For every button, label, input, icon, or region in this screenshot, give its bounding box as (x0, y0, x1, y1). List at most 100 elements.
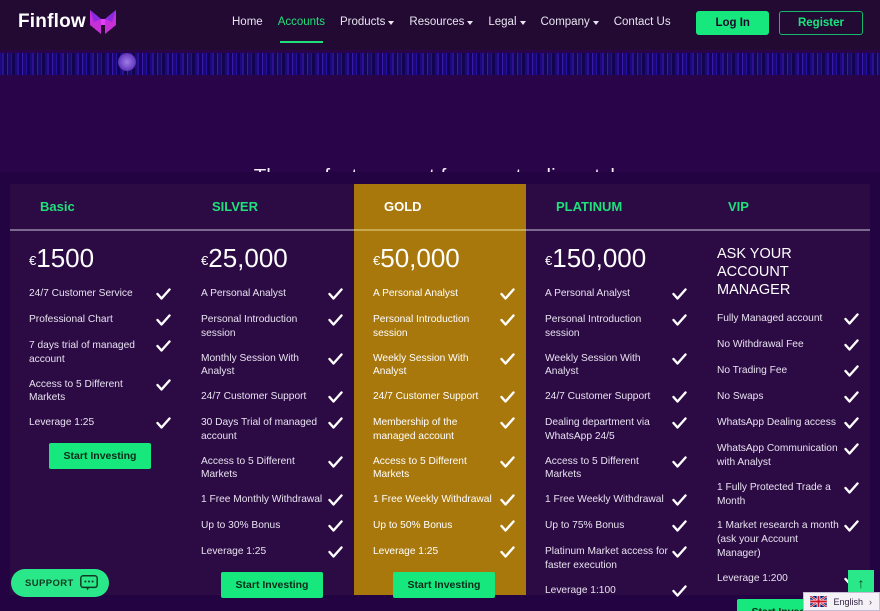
feature-text: 1 Fully Protected Trade a Month (717, 481, 831, 507)
feature-text: No Swaps (717, 391, 764, 403)
feature-text: A Personal Analyst (373, 288, 458, 299)
feature-text: Fully Managed account (717, 313, 823, 325)
butterfly-x-logo-icon (89, 10, 116, 34)
nav-item-label: Contact Us (613, 16, 671, 28)
register-button[interactable]: Register (778, 11, 863, 35)
list-item: No Trading Fee (717, 364, 859, 379)
list-item: 1 Fully Protected Trade a Month (717, 481, 859, 509)
check-icon (672, 352, 687, 365)
feature-text: Weekly Session With Analyst (373, 352, 469, 378)
check-icon (672, 314, 687, 326)
feature-list: A Personal Analyst Personal Introduction… (201, 287, 343, 560)
check-icon (328, 391, 343, 403)
feature-text: Professional Chart (29, 314, 113, 325)
list-item: Membership of the managed account (373, 416, 515, 444)
brand-logo[interactable]: Finflow (18, 9, 118, 35)
list-item: Up to 50% Bonus (373, 519, 515, 534)
list-item: Leverage 1:100 (545, 584, 687, 599)
feature-text: Up to 50% Bonus (373, 520, 453, 532)
plan-price: €150,000 (545, 245, 687, 271)
list-item: Access to 5 Different Markets (29, 378, 171, 406)
feature-text: Leverage 1:25 (201, 546, 267, 558)
feature-text: 24/7 Customer Service (29, 288, 133, 299)
plan-name: SILVER (212, 199, 258, 214)
list-item: 1 Free Weekly Withdrawal (545, 493, 687, 508)
start-investing-button[interactable]: Start Investing (220, 572, 324, 599)
chevron-down-icon (519, 21, 526, 25)
feature-text: Up to 75% Bonus (545, 520, 625, 532)
page-title: The perfect account for your trading sty… (0, 165, 880, 172)
nav-item-resources[interactable]: Resources (409, 16, 474, 30)
check-icon (500, 494, 515, 506)
list-item: Professional Chart (29, 313, 171, 328)
check-icon (844, 417, 859, 430)
check-icon (500, 314, 515, 326)
list-item: A Personal Analyst (545, 287, 687, 302)
nav-item-company[interactable]: Company (541, 16, 599, 30)
check-icon (328, 520, 343, 532)
feature-text: Leverage 1:25 (29, 417, 95, 429)
plan-card-basic: Basic €1500 24/7 Customer Service Profes… (10, 184, 182, 595)
check-icon (328, 417, 343, 429)
check-icon (328, 494, 343, 506)
plan-card-silver: SILVER €25,000 A Personal Analyst Person… (182, 184, 354, 599)
nav-item-accounts[interactable]: Accounts (277, 16, 325, 43)
list-item: Leverage 1:25 (373, 545, 515, 560)
feature-text: Membership of the managed account (373, 417, 458, 442)
feature-text: WhatsApp Communication with Analyst (717, 443, 838, 469)
list-item: 24/7 Customer Support (373, 390, 515, 405)
page-root: Finflow Home Accounts Products Resources (0, 0, 880, 611)
check-icon (844, 391, 859, 404)
plan-card-gold: GOLD €50,000 A Personal Analyst Personal… (354, 184, 526, 599)
check-icon (500, 352, 515, 365)
feature-text: Access to 5 Different Markets (201, 455, 295, 481)
language-label: English (833, 596, 863, 607)
check-icon (844, 339, 859, 352)
feature-text: Leverage 1:200 (717, 572, 788, 584)
list-item: Access to 5 Different Markets (545, 455, 687, 483)
nav-item-products[interactable]: Products (340, 16, 395, 30)
uk-flag-icon (810, 596, 828, 607)
feature-text: 1 Free Weekly Withdrawal (373, 494, 492, 506)
start-investing-button[interactable]: Start Investing (48, 443, 152, 470)
language-selector[interactable]: English › (803, 592, 880, 611)
check-icon (672, 288, 687, 300)
plan-price: €50,000 (373, 245, 515, 271)
check-icon (500, 546, 515, 558)
feature-text: 24/7 Customer Support (201, 391, 307, 403)
feature-list: Fully Managed account No Withdrawal Fee … (717, 312, 859, 586)
check-icon (500, 288, 515, 300)
check-icon (844, 482, 859, 494)
list-item: Leverage 1:25 (29, 416, 171, 431)
feature-text: A Personal Analyst (545, 288, 630, 299)
support-label: SUPPORT (25, 577, 74, 589)
decorative-stripe-band (0, 53, 880, 75)
feature-text: 1 Market research a month (ask your Acco… (717, 520, 839, 559)
list-item: Personal Introduction session (201, 313, 343, 341)
list-item: WhatsApp Dealing access (717, 416, 859, 431)
feature-text: Personal Introduction session (545, 314, 642, 339)
feature-text: No Trading Fee (717, 365, 788, 377)
list-item: 30 Days Trial of managed account (201, 416, 343, 444)
nav-item-contact-us[interactable]: Contact Us (614, 16, 671, 30)
check-icon (156, 288, 171, 300)
feature-text: 1 Free Weekly Withdrawal (545, 494, 664, 506)
support-widget-button[interactable]: SUPPORT (11, 569, 109, 597)
feature-list: A Personal Analyst Personal Introduction… (373, 287, 515, 560)
start-investing-button[interactable]: Start Investing (392, 572, 496, 599)
nav-item-legal[interactable]: Legal (488, 16, 526, 30)
feature-text: Leverage 1:100 (545, 584, 616, 596)
list-item: Personal Introduction session (373, 313, 515, 341)
nav-item-label: Products (340, 16, 386, 28)
nav-item-label: Accounts (277, 16, 325, 28)
hero-section: The perfect account for your trading sty… (0, 50, 880, 172)
feature-text: 24/7 Customer Support (373, 391, 479, 403)
list-item: Up to 30% Bonus (201, 519, 343, 534)
login-button[interactable]: Log In (696, 11, 769, 35)
feature-text: 24/7 Customer Support (545, 391, 651, 403)
list-item: Leverage 1:25 (201, 545, 343, 560)
feature-text: Monthly Session With Analyst (201, 352, 299, 378)
check-icon (328, 546, 343, 558)
nav-item-home[interactable]: Home (232, 16, 263, 30)
list-item: No Withdrawal Fee (717, 338, 859, 353)
